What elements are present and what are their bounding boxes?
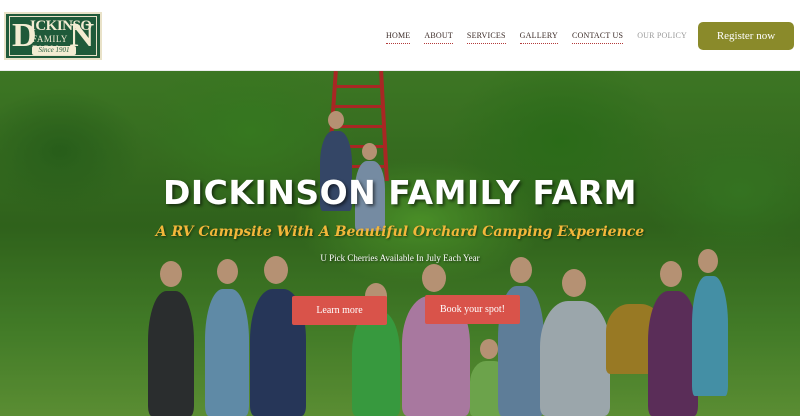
hero-banner <box>0 71 800 416</box>
nav-item-services[interactable]: SERVICES <box>466 30 506 44</box>
nav-item-contact[interactable]: CONTACT US <box>571 30 624 44</box>
logo-frame: D ICKINSO N FAMILY FARM Since 1901 <box>9 16 97 56</box>
hero-title: DICKINSON FAMILY FARM <box>162 173 637 212</box>
nav-item-about[interactable]: ABOUT <box>424 30 453 44</box>
main-nav: HOME ABOUT SERVICES GALLERY CONTACT US O… <box>386 30 701 44</box>
register-button[interactable]: Register now <box>698 22 794 50</box>
learn-more-button[interactable]: Learn more <box>292 296 387 325</box>
hero-overlay <box>0 71 800 416</box>
nav-item-gallery[interactable]: GALLERY <box>519 30 558 44</box>
book-spot-button[interactable]: Book your spot! <box>425 295 520 324</box>
site-logo[interactable]: D ICKINSO N FAMILY FARM Since 1901 <box>4 12 102 60</box>
site-header: D ICKINSO N FAMILY FARM Since 1901 HOME … <box>0 0 800 71</box>
hero-subtitle: A RV Campsite With A Beautiful Orchard C… <box>155 224 645 240</box>
nav-item-home[interactable]: HOME <box>386 30 411 44</box>
logo-since: Since 1901 <box>32 46 76 55</box>
nav-item-policy[interactable]: OUR POLICY <box>637 30 687 44</box>
hero-note: U Pick Cherries Available In July Each Y… <box>320 253 480 263</box>
